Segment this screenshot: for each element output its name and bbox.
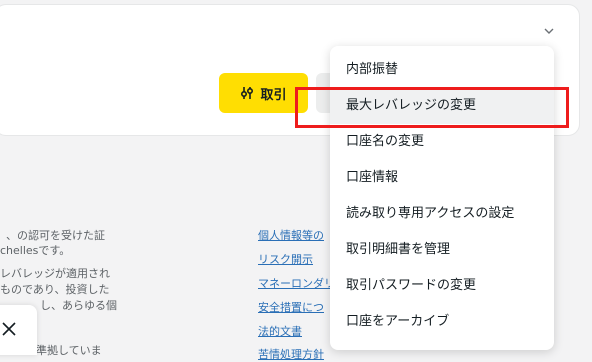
menu-item-manage-statements[interactable]: 取引明細書を管理 — [330, 232, 554, 268]
footer-link-complaints[interactable]: 苦情処理方針 — [258, 346, 330, 362]
footer-link-legal[interactable]: 法的文書 — [258, 323, 330, 339]
chevron-down-icon[interactable] — [542, 24, 556, 38]
menu-item-archive-account[interactable]: 口座をアーカイブ — [330, 304, 554, 340]
trade-button-label: 取引 — [260, 87, 287, 103]
footer-link-safety[interactable]: 安全措置につ — [258, 299, 330, 315]
footer-link-privacy[interactable]: 個人情報等の — [258, 227, 330, 243]
menu-item-change-trading-password[interactable]: 取引パスワードの変更 — [330, 268, 554, 304]
footer-link-risk[interactable]: リスク開示 — [258, 251, 330, 267]
footer-text-line: レバレッジが適用され — [0, 267, 110, 280]
footer-text-line: 、の認可を受けた証 — [6, 229, 105, 242]
close-widget[interactable] — [0, 305, 37, 355]
menu-item-account-info[interactable]: 口座情報 — [330, 160, 554, 196]
footer-link-aml[interactable]: マネーロンダリン — [258, 275, 330, 291]
sliders-icon — [241, 87, 254, 99]
account-actions-menu: 内部振替 最大レバレッジの変更 口座名の変更 口座情報 読み取り専用アクセスの設… — [330, 46, 554, 350]
footer-text-line: 準拠していま — [36, 344, 102, 357]
menu-item-read-only-access[interactable]: 読み取り専用アクセスの設定 — [330, 196, 554, 232]
footer-text-line: し、あらゆる個 — [40, 299, 117, 312]
footer-text-line: ものであり、投資した — [0, 283, 110, 296]
close-icon[interactable] — [2, 322, 16, 336]
trade-button[interactable]: 取引 — [219, 73, 308, 113]
menu-item-change-max-leverage[interactable]: 最大レバレッジの変更 — [330, 88, 554, 124]
menu-item-rename-account[interactable]: 口座名の変更 — [330, 124, 554, 160]
footer-text-line: chellesです。 — [0, 244, 71, 257]
menu-item-internal-transfer[interactable]: 内部振替 — [330, 52, 554, 88]
